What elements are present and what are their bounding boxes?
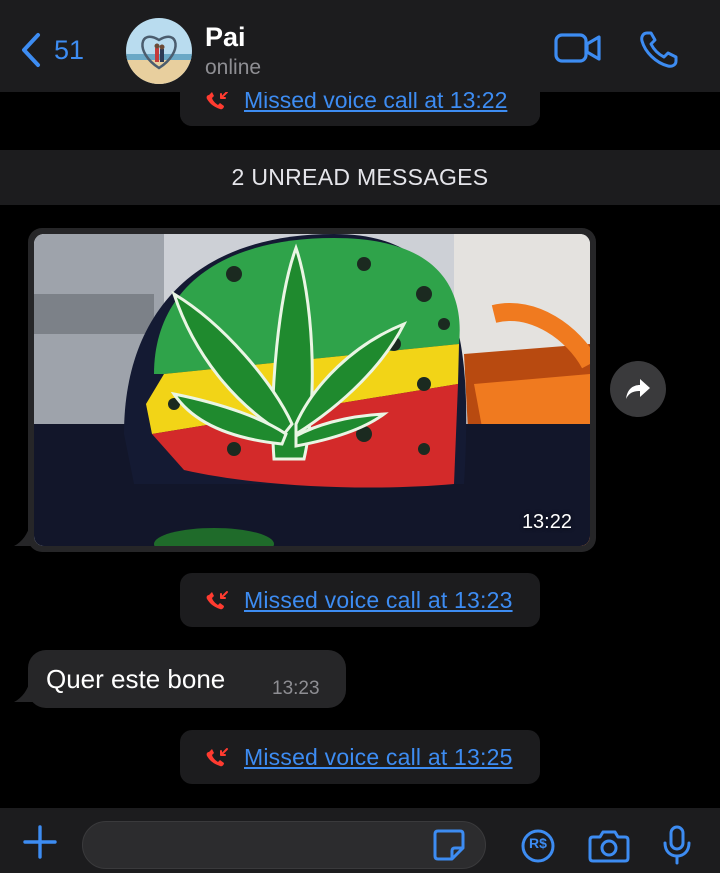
microphone-button[interactable] [662,824,692,871]
sticker-button[interactable] [432,828,466,867]
video-call-button-fg[interactable] [554,30,602,71]
message-input[interactable] [82,821,486,869]
back-button-label[interactable]: 51 [18,28,84,72]
missed-call-notice[interactable]: Missed voice call at 13:25 [180,730,540,784]
message-timestamp: 13:22 [521,511,572,533]
missed-call-text[interactable]: Missed voice call at 13:25 [244,744,513,771]
video-call-icon [554,33,601,63]
missed-call-text[interactable]: Missed voice call at 13:23 [244,587,513,614]
payment-button[interactable]: R$ [520,828,556,869]
missed-call-notice[interactable]: Missed voice call at 13:23 [180,573,540,627]
camera-button[interactable] [588,828,630,869]
photo-thumbnail[interactable]: 13:22 [34,234,590,546]
unread-count-label: 51 [54,34,85,65]
attach-button[interactable] [22,824,58,865]
forward-button[interactable] [610,361,666,417]
phone-icon [640,31,678,68]
contact-name-label[interactable]: Pai [205,22,246,53]
camera-icon [588,830,630,863]
composer-bar: R$ [0,808,720,873]
message-text: Quer este bone [46,664,226,694]
missed-call-icon [206,748,228,767]
contact-status-label: online [205,56,262,79]
text-message[interactable]: Quer este bone 13:23 [28,650,346,708]
avatar-image[interactable] [126,18,192,84]
missed-call-icon [206,591,228,610]
sticker-icon [433,829,465,861]
missed-call-text-visible[interactable]: Missed voice call at 13:22 [244,92,507,114]
unread-messages-banner: 2 UNREAD MESSAGES [0,150,720,205]
payment-label: R$ [529,835,547,851]
voice-call-button-fg[interactable] [638,30,680,75]
chevron-left-icon [22,33,40,67]
header-foreground: 51 Pai online [0,0,720,92]
message-timestamp: 13:23 [272,678,320,699]
missed-call-notice-visible[interactable]: Missed voice call at 13:22 [180,92,540,126]
microphone-icon [663,825,691,865]
image-message[interactable]: 13:22 [28,228,596,552]
forward-icon [626,379,650,399]
plus-icon [23,825,57,859]
missed-call-icon [206,92,228,110]
